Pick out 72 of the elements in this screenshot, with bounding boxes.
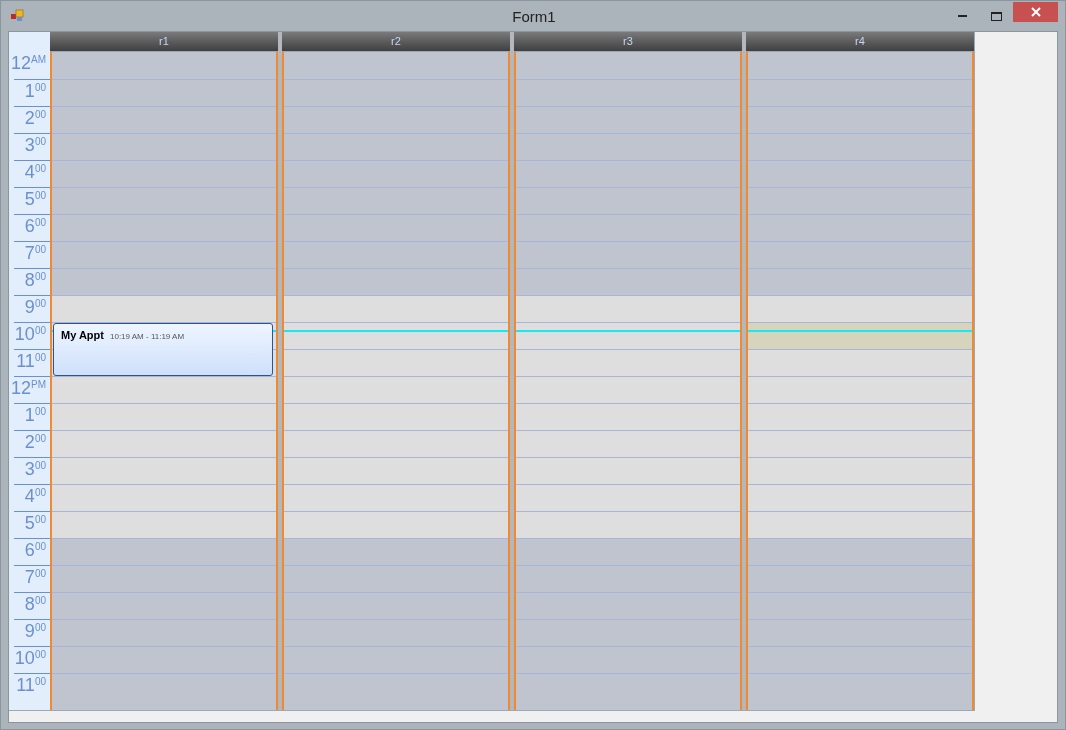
- appointment-time: 10:19 AM - 11:19 AM: [110, 331, 185, 343]
- column-header[interactable]: r4: [746, 32, 974, 52]
- time-slot[interactable]: [516, 565, 740, 592]
- time-slot[interactable]: [284, 673, 508, 710]
- time-slot[interactable]: [516, 619, 740, 646]
- time-slot[interactable]: [284, 241, 508, 268]
- time-slot[interactable]: [284, 106, 508, 133]
- time-slot[interactable]: [52, 160, 276, 187]
- time-slot[interactable]: [516, 214, 740, 241]
- time-slot[interactable]: [52, 619, 276, 646]
- time-slot[interactable]: [748, 187, 972, 214]
- column-header[interactable]: r3: [514, 32, 742, 52]
- column-header[interactable]: r2: [282, 32, 510, 52]
- appointment-title: My Appt: [61, 328, 104, 343]
- time-slot[interactable]: [516, 592, 740, 619]
- time-slot[interactable]: [52, 538, 276, 565]
- time-slot[interactable]: [516, 79, 740, 106]
- time-slot[interactable]: [284, 592, 508, 619]
- time-slot[interactable]: [748, 52, 972, 79]
- time-slot[interactable]: [284, 646, 508, 673]
- time-slot[interactable]: [748, 106, 972, 133]
- time-slot[interactable]: [748, 538, 972, 565]
- time-slot[interactable]: [748, 268, 972, 295]
- time-slot[interactable]: [52, 565, 276, 592]
- time-slot[interactable]: [748, 214, 972, 241]
- time-slot[interactable]: [748, 646, 972, 673]
- time-slot[interactable]: [748, 160, 972, 187]
- time-slot[interactable]: [52, 592, 276, 619]
- time-slot[interactable]: [516, 673, 740, 710]
- time-slot[interactable]: [748, 673, 972, 710]
- selected-cell[interactable]: [748, 322, 972, 349]
- time-slot[interactable]: [284, 79, 508, 106]
- time-slot[interactable]: [284, 160, 508, 187]
- time-slot[interactable]: [284, 268, 508, 295]
- time-slot[interactable]: [52, 646, 276, 673]
- time-slot[interactable]: [516, 241, 740, 268]
- time-slot[interactable]: [284, 565, 508, 592]
- time-slot[interactable]: [52, 214, 276, 241]
- time-slot[interactable]: [52, 187, 276, 214]
- time-slot[interactable]: [52, 106, 276, 133]
- time-slot[interactable]: [284, 214, 508, 241]
- time-slot[interactable]: [748, 592, 972, 619]
- app-icon: [11, 9, 25, 23]
- window-title: Form1: [511, 7, 557, 27]
- time-slot[interactable]: [52, 79, 276, 106]
- time-slot[interactable]: [284, 538, 508, 565]
- time-slot[interactable]: [748, 79, 972, 106]
- time-slot[interactable]: [284, 619, 508, 646]
- time-slot[interactable]: [516, 187, 740, 214]
- time-slot[interactable]: [516, 133, 740, 160]
- time-slot[interactable]: [52, 268, 276, 295]
- time-slot[interactable]: [52, 133, 276, 160]
- time-slot[interactable]: [52, 241, 276, 268]
- time-slot[interactable]: [748, 619, 972, 646]
- time-slot[interactable]: [52, 673, 276, 710]
- time-slot[interactable]: [516, 646, 740, 673]
- time-slot[interactable]: [516, 538, 740, 565]
- time-slot[interactable]: [284, 187, 508, 214]
- time-slot[interactable]: [516, 52, 740, 79]
- time-slot[interactable]: [748, 133, 972, 160]
- time-slot[interactable]: [516, 268, 740, 295]
- time-slot[interactable]: [284, 52, 508, 79]
- time-slot[interactable]: [516, 160, 740, 187]
- time-slot[interactable]: [516, 106, 740, 133]
- appointment[interactable]: My Appt 10:19 AM - 11:19 AM: [53, 323, 273, 376]
- time-slot[interactable]: [284, 133, 508, 160]
- time-slot[interactable]: [748, 241, 972, 268]
- time-slot[interactable]: [748, 565, 972, 592]
- time-slot[interactable]: [52, 52, 276, 79]
- close-button[interactable]: [1013, 1, 1058, 22]
- column-header[interactable]: r1: [50, 32, 278, 52]
- close-icon: [1030, 6, 1041, 17]
